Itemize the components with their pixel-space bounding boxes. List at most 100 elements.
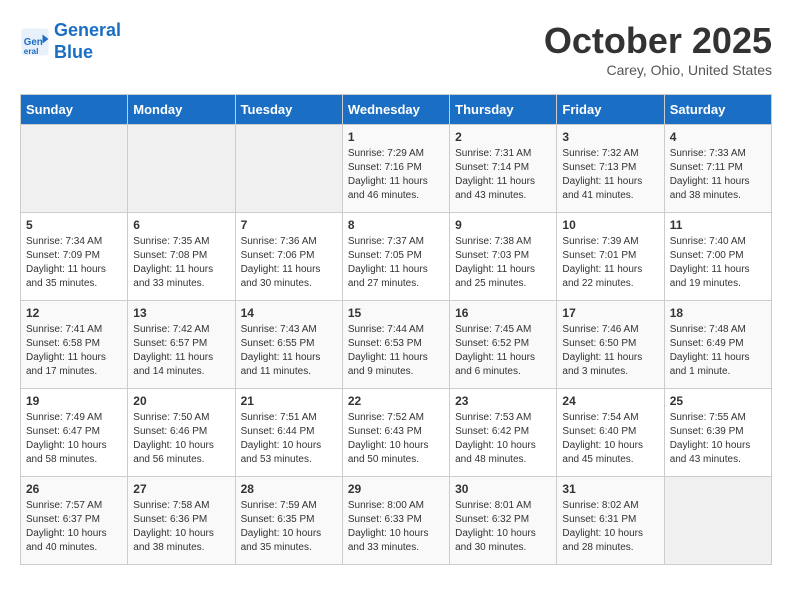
day-number: 31: [562, 482, 658, 496]
day-cell: 3Sunrise: 7:32 AM Sunset: 7:13 PM Daylig…: [557, 125, 664, 213]
day-cell: 8 Sunrise: 7:37 AM Sunset: 7:05 PM Daylig…: [342, 213, 449, 301]
week-row-2: 5 Sunrise: 7:34 AM Sunset: 7:09 PM Daylig…: [21, 213, 772, 301]
logo-text: General Blue: [54, 20, 121, 63]
day-cell: 6 Sunrise: 7:35 AM Sunset: 7:08 PM Daylig…: [128, 213, 235, 301]
day-number: 26: [26, 482, 122, 496]
day-number: 2: [455, 130, 551, 144]
day-cell: [235, 125, 342, 213]
day-info: Sunrise: 8:00 AM Sunset: 6:33 PM Dayligh…: [348, 499, 444, 555]
day-info: Sunrise: 7:38 AM Sunset: 7:03 PM Dayligh…: [455, 235, 551, 291]
day-info: Sunrise: 7:34 AM Sunset: 7:09 PM Dayligh…: [26, 235, 122, 291]
day-number: 17: [562, 306, 658, 320]
location: Carey, Ohio, United States: [544, 62, 772, 78]
logo-icon: Gen eral: [20, 27, 50, 57]
week-row-5: 26Sunrise: 7:57 AM Sunset: 6:37 PM Dayli…: [21, 477, 772, 565]
day-info: Sunrise: 7:29 AM Sunset: 7:16 PM Dayligh…: [348, 147, 444, 203]
day-cell: [21, 125, 128, 213]
day-number: 10: [562, 218, 658, 232]
week-row-3: 12 Sunrise: 7:41 AM Sunset: 6:58 PM Dayli…: [21, 301, 772, 389]
day-info: Sunrise: 8:02 AM Sunset: 6:31 PM Dayligh…: [562, 499, 658, 555]
day-info: Sunrise: 7:58 AM Sunset: 6:36 PM Dayligh…: [133, 499, 229, 555]
day-number: 6: [133, 218, 229, 232]
page-header: Gen eral General Blue October 2025 Carey…: [20, 20, 772, 78]
day-cell: 24 Sunrise: 7:54 AM Sunset: 6:40 PM Dayli…: [557, 389, 664, 477]
day-number: 18: [670, 306, 766, 320]
day-info: Sunrise: 7:54 AM Sunset: 6:40 PM Dayligh…: [562, 411, 658, 467]
day-cell: 13 Sunrise: 7:42 AM Sunset: 6:57 PM Dayli…: [128, 301, 235, 389]
day-cell: 27Sunrise: 7:58 AM Sunset: 6:36 PM Dayli…: [128, 477, 235, 565]
day-cell: 7Sunrise: 7:36 AM Sunset: 7:06 PM Daylig…: [235, 213, 342, 301]
day-number: 5: [26, 218, 122, 232]
day-info: Sunrise: 7:55 AM Sunset: 6:39 PM Dayligh…: [670, 411, 766, 467]
day-info: Sunrise: 7:35 AM Sunset: 7:08 PM Dayligh…: [133, 235, 229, 291]
day-info: Sunrise: 7:44 AM Sunset: 6:53 PM Dayligh…: [348, 323, 444, 379]
day-cell: 19Sunrise: 7:49 AM Sunset: 6:47 PM Dayli…: [21, 389, 128, 477]
day-cell: 30 Sunrise: 8:01 AM Sunset: 6:32 PM Dayli…: [450, 477, 557, 565]
week-row-1: 1 Sunrise: 7:29 AM Sunset: 7:16 PM Daylig…: [21, 125, 772, 213]
day-cell: 2 Sunrise: 7:31 AM Sunset: 7:14 PM Daylig…: [450, 125, 557, 213]
day-cell: 10 Sunrise: 7:39 AM Sunset: 7:01 PM Dayli…: [557, 213, 664, 301]
header-cell-tuesday: Tuesday: [235, 95, 342, 125]
day-cell: [664, 477, 771, 565]
svg-text:eral: eral: [24, 47, 39, 56]
day-cell: 12 Sunrise: 7:41 AM Sunset: 6:58 PM Dayli…: [21, 301, 128, 389]
day-cell: 25 Sunrise: 7:55 AM Sunset: 6:39 PM Dayli…: [664, 389, 771, 477]
day-info: Sunrise: 7:39 AM Sunset: 7:01 PM Dayligh…: [562, 235, 658, 291]
day-cell: 14Sunrise: 7:43 AM Sunset: 6:55 PM Dayli…: [235, 301, 342, 389]
header-cell-monday: Monday: [128, 95, 235, 125]
day-number: 8: [348, 218, 444, 232]
day-number: 28: [241, 482, 337, 496]
day-number: 16: [455, 306, 551, 320]
day-info: Sunrise: 7:31 AM Sunset: 7:14 PM Dayligh…: [455, 147, 551, 203]
day-info: Sunrise: 7:42 AM Sunset: 6:57 PM Dayligh…: [133, 323, 229, 379]
day-info: Sunrise: 7:40 AM Sunset: 7:00 PM Dayligh…: [670, 235, 766, 291]
day-number: 13: [133, 306, 229, 320]
day-info: Sunrise: 7:45 AM Sunset: 6:52 PM Dayligh…: [455, 323, 551, 379]
day-info: Sunrise: 7:32 AM Sunset: 7:13 PM Dayligh…: [562, 147, 658, 203]
day-number: 1: [348, 130, 444, 144]
day-info: Sunrise: 7:51 AM Sunset: 6:44 PM Dayligh…: [241, 411, 337, 467]
day-info: Sunrise: 7:48 AM Sunset: 6:49 PM Dayligh…: [670, 323, 766, 379]
day-cell: 20Sunrise: 7:50 AM Sunset: 6:46 PM Dayli…: [128, 389, 235, 477]
day-info: Sunrise: 7:53 AM Sunset: 6:42 PM Dayligh…: [455, 411, 551, 467]
day-cell: 17Sunrise: 7:46 AM Sunset: 6:50 PM Dayli…: [557, 301, 664, 389]
day-cell: 31 Sunrise: 8:02 AM Sunset: 6:31 PM Dayli…: [557, 477, 664, 565]
header-cell-friday: Friday: [557, 95, 664, 125]
calendar-table: SundayMondayTuesdayWednesdayThursdayFrid…: [20, 94, 772, 565]
logo-line1: General: [54, 20, 121, 40]
day-info: Sunrise: 7:41 AM Sunset: 6:58 PM Dayligh…: [26, 323, 122, 379]
day-number: 11: [670, 218, 766, 232]
day-cell: 4Sunrise: 7:33 AM Sunset: 7:11 PM Daylig…: [664, 125, 771, 213]
header-row: SundayMondayTuesdayWednesdayThursdayFrid…: [21, 95, 772, 125]
day-cell: 5 Sunrise: 7:34 AM Sunset: 7:09 PM Daylig…: [21, 213, 128, 301]
day-number: 9: [455, 218, 551, 232]
logo: Gen eral General Blue: [20, 20, 121, 63]
day-cell: 26Sunrise: 7:57 AM Sunset: 6:37 PM Dayli…: [21, 477, 128, 565]
day-cell: 1 Sunrise: 7:29 AM Sunset: 7:16 PM Daylig…: [342, 125, 449, 213]
day-info: Sunrise: 7:52 AM Sunset: 6:43 PM Dayligh…: [348, 411, 444, 467]
day-number: 14: [241, 306, 337, 320]
day-cell: 11 Sunrise: 7:40 AM Sunset: 7:00 PM Dayli…: [664, 213, 771, 301]
day-cell: [128, 125, 235, 213]
day-info: Sunrise: 8:01 AM Sunset: 6:32 PM Dayligh…: [455, 499, 551, 555]
day-number: 25: [670, 394, 766, 408]
day-number: 30: [455, 482, 551, 496]
day-cell: 16 Sunrise: 7:45 AM Sunset: 6:52 PM Dayli…: [450, 301, 557, 389]
day-number: 24: [562, 394, 658, 408]
day-number: 21: [241, 394, 337, 408]
day-number: 15: [348, 306, 444, 320]
header-cell-saturday: Saturday: [664, 95, 771, 125]
day-number: 20: [133, 394, 229, 408]
day-number: 4: [670, 130, 766, 144]
header-cell-wednesday: Wednesday: [342, 95, 449, 125]
day-cell: 29 Sunrise: 8:00 AM Sunset: 6:33 PM Dayli…: [342, 477, 449, 565]
day-info: Sunrise: 7:49 AM Sunset: 6:47 PM Dayligh…: [26, 411, 122, 467]
day-cell: 23 Sunrise: 7:53 AM Sunset: 6:42 PM Dayli…: [450, 389, 557, 477]
header-cell-thursday: Thursday: [450, 95, 557, 125]
day-info: Sunrise: 7:36 AM Sunset: 7:06 PM Dayligh…: [241, 235, 337, 291]
day-number: 12: [26, 306, 122, 320]
day-number: 23: [455, 394, 551, 408]
day-cell: 22Sunrise: 7:52 AM Sunset: 6:43 PM Dayli…: [342, 389, 449, 477]
day-info: Sunrise: 7:37 AM Sunset: 7:05 PM Dayligh…: [348, 235, 444, 291]
day-number: 29: [348, 482, 444, 496]
